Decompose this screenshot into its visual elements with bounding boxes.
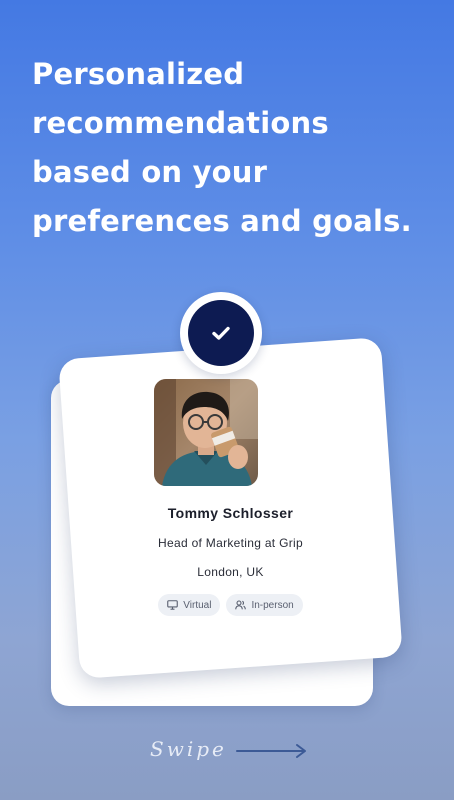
- monitor-icon: [167, 600, 179, 610]
- headline: Personalized recommendations based on yo…: [32, 57, 412, 238]
- tag-in-person: In-person: [226, 594, 303, 616]
- people-icon: [235, 600, 247, 610]
- meeting-type-tags: Virtual In-person: [69, 594, 392, 616]
- profile-location: London, UK: [197, 565, 264, 579]
- profile-card-content: Tommy Schlosser Head of Marketing at Gri…: [69, 348, 392, 668]
- check-icon: [212, 326, 230, 340]
- check-badge-inner: [188, 300, 254, 366]
- match-check-badge: [180, 292, 262, 374]
- tag-in-person-label: In-person: [251, 599, 294, 611]
- person-photo-icon: [154, 379, 258, 486]
- swipe-label: Swipe: [150, 737, 227, 761]
- profile-name: Tommy Schlosser: [167, 505, 294, 521]
- profile-title: Head of Marketing at Grip: [158, 536, 303, 550]
- arrow-right-icon: [236, 744, 306, 758]
- tag-virtual-label: Virtual: [183, 599, 212, 611]
- swipe-hint[interactable]: Swipe: [150, 735, 320, 769]
- tag-virtual: Virtual: [158, 594, 221, 616]
- avatar: [154, 379, 258, 486]
